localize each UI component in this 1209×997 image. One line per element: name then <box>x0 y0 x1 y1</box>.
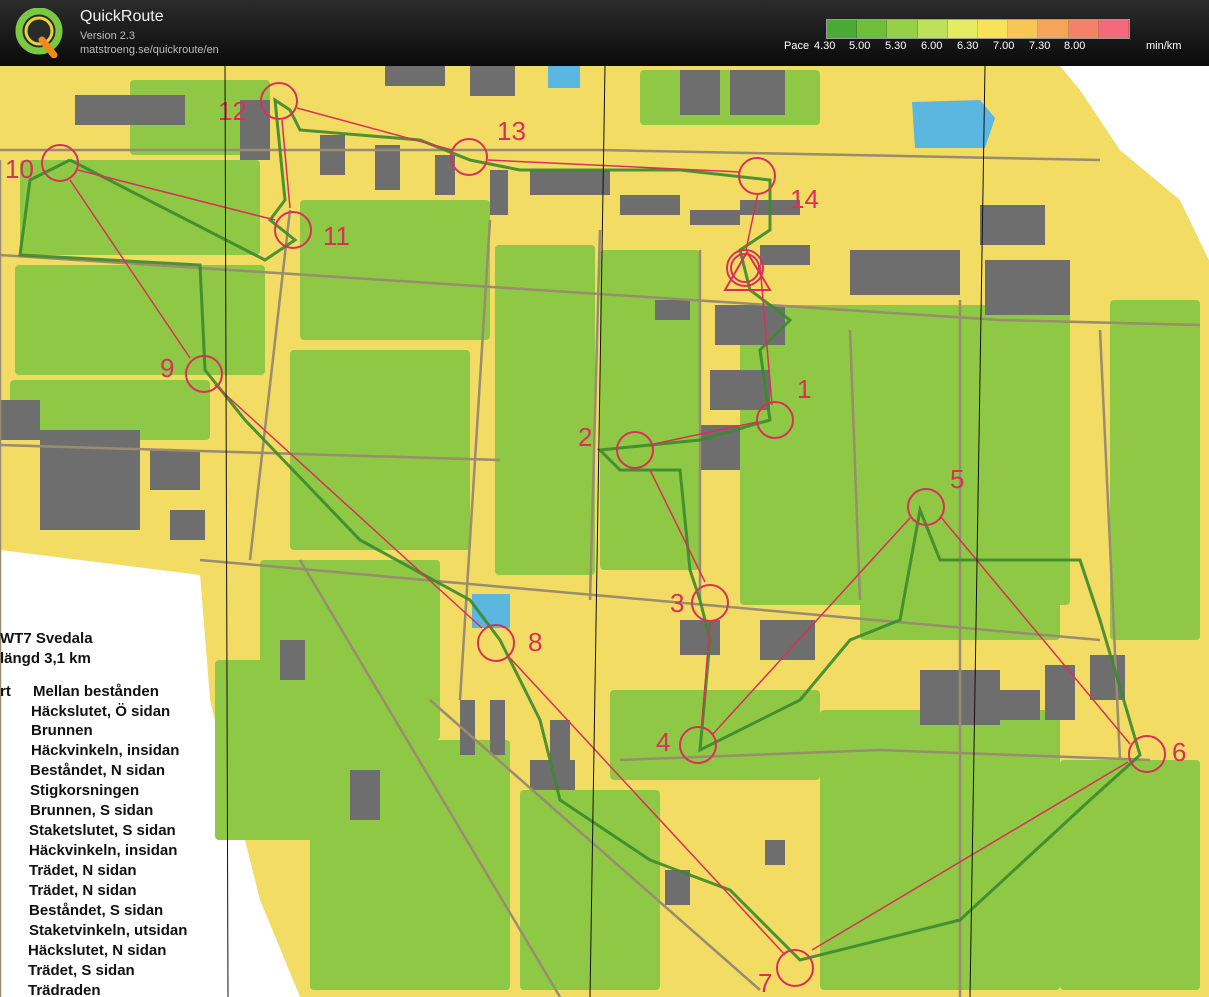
control-label: 2 <box>578 422 592 452</box>
pace-color-swatch <box>1068 20 1099 38</box>
legend-title: WT7 Svedala <box>0 630 93 647</box>
control-label: 3 <box>670 588 684 618</box>
pace-color-swatch <box>947 20 979 38</box>
control-description: Häckvinkeln, insidan <box>29 842 178 859</box>
orienteering-map[interactable]: 1 2 3 4 5 6 7 8 9 10 11 12 13 14 <box>0 66 1209 997</box>
control-description: Trädet, S sidan <box>28 962 135 979</box>
control-description: Stigkorsningen <box>30 782 140 799</box>
control-label: 10 <box>5 154 34 184</box>
pace-color-scale <box>826 19 1130 39</box>
control-description: Häckslutet, Ö sidan <box>31 703 171 720</box>
control-description: Häckvinkeln, insidan <box>31 742 180 759</box>
control-label: 8 <box>528 627 542 657</box>
pace-tick: 6.00 <box>921 40 943 52</box>
control-description: Trädet, N sidan <box>29 882 137 899</box>
control-label: 14 <box>790 184 819 214</box>
pace-color-swatch <box>887 20 918 38</box>
pace-tick: 5.00 <box>849 40 871 52</box>
app-url[interactable]: matstroeng.se/quickroute/en <box>80 44 219 56</box>
legend-length: längd 3,1 km <box>0 650 91 667</box>
control-description: Brunnen <box>31 722 93 739</box>
app-version: Version 2.3 <box>80 30 136 42</box>
pace-color-swatch <box>857 20 888 38</box>
control-description: Trädet, N sidan <box>29 862 137 879</box>
pace-label: Pace <box>784 40 810 52</box>
control-label: 13 <box>497 116 526 146</box>
pace-tick: 7.30 <box>1029 40 1051 52</box>
control-description: Beståndet, S sidan <box>29 902 164 919</box>
pace-tick: 4.30 <box>814 40 836 52</box>
pace-tick: 6.30 <box>957 40 979 52</box>
control-description: Trädraden <box>28 982 101 997</box>
pace-color-swatch <box>1038 20 1069 38</box>
control-label: 6 <box>1172 737 1186 767</box>
pace-color-swatch <box>1098 20 1130 38</box>
pace-color-swatch <box>978 20 1009 38</box>
pace-tick: 7.00 <box>993 40 1015 52</box>
control-description: Brunnen, S sidan <box>30 802 154 819</box>
control-description: Staketslutet, S sidan <box>29 822 176 839</box>
control-label: 1 <box>797 374 811 404</box>
legend-start-label: rt <box>0 683 11 700</box>
pace-unit: min/km <box>1146 40 1182 52</box>
pace-color-swatch <box>917 20 948 38</box>
pace-tick: 8.00 <box>1064 40 1086 52</box>
pace-tick: 5.30 <box>885 40 907 52</box>
control-description: Beståndet, N sidan <box>30 762 166 779</box>
app-title: QuickRoute <box>80 8 164 25</box>
control-label: 9 <box>160 353 174 383</box>
control-description: Häckslutet, N sidan <box>28 942 167 959</box>
control-description: Staketvinkeln, utsidan <box>29 922 188 939</box>
quickroute-logo-icon <box>15 8 63 58</box>
pace-color-swatch <box>827 20 858 38</box>
control-label: 5 <box>950 464 964 494</box>
control-description: Mellan bestånden <box>33 683 159 700</box>
control-label: 12 <box>218 96 247 126</box>
control-label: 7 <box>758 968 772 997</box>
control-label: 4 <box>656 727 670 757</box>
app-header: QuickRoute Version 2.3 matstroeng.se/qui… <box>0 0 1209 66</box>
pace-color-swatch <box>1008 20 1039 38</box>
control-label: 11 <box>323 221 350 251</box>
